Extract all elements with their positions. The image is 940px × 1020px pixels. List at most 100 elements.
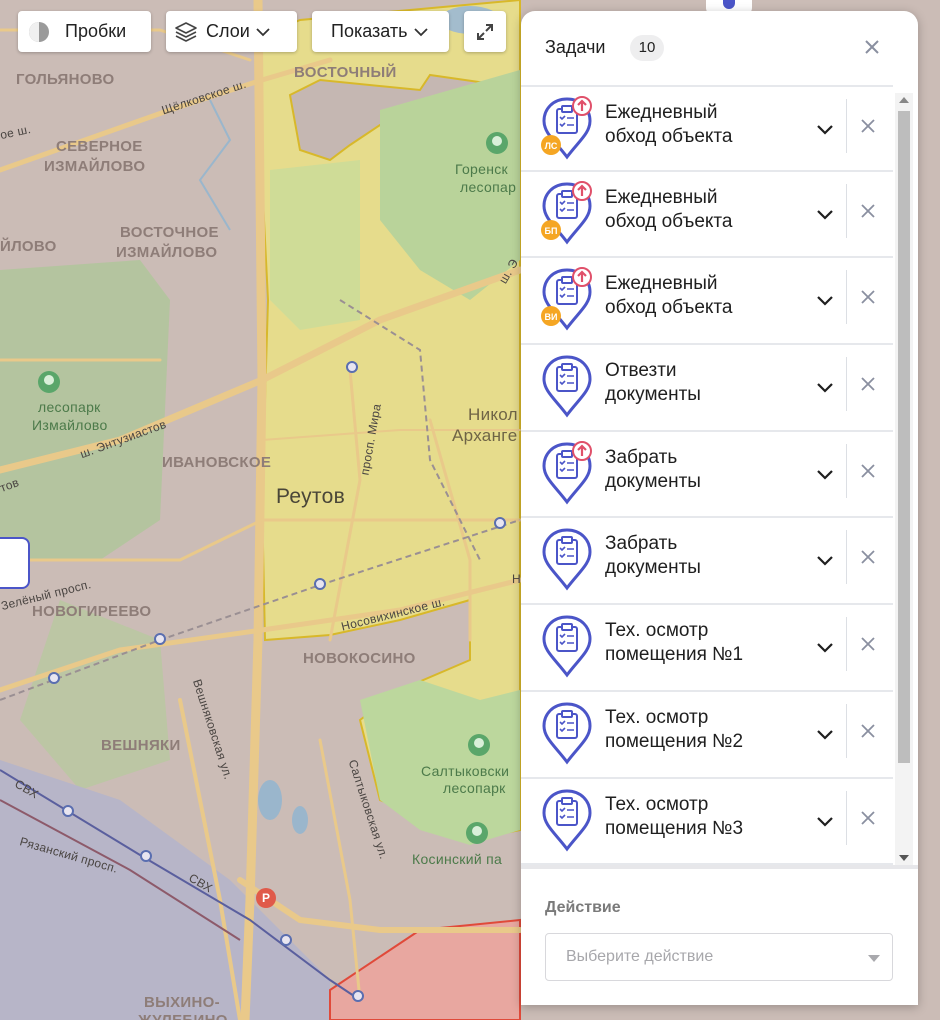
action-placeholder: Выберите действие	[566, 948, 714, 965]
map-label-city: Реутов	[276, 485, 346, 508]
task-item[interactable]: БП Ежедневный обход объекта	[521, 171, 893, 259]
chevron-down-icon[interactable]	[813, 548, 837, 572]
map-label-district: ВОСТОЧНЫЙ	[294, 64, 397, 81]
fullscreen-button[interactable]	[464, 11, 506, 52]
task-label-line-1: Ежедневный	[605, 102, 718, 123]
map-label-district: ЙЛОВО	[0, 238, 57, 255]
chevron-down-icon[interactable]	[813, 809, 837, 833]
task-item[interactable]: Забрать документы	[521, 518, 893, 606]
scroll-down-arrow-icon[interactable]	[899, 855, 909, 861]
layers-button[interactable]: Слои	[166, 11, 297, 52]
map-label-park: лесопарк	[443, 780, 506, 796]
task-pin-icon: БП	[541, 180, 592, 245]
remove-task-icon[interactable]	[857, 460, 879, 482]
remove-task-icon[interactable]	[857, 633, 879, 655]
chevron-down-icon[interactable]	[813, 462, 837, 486]
task-item[interactable]: Тех. осмотр помещения №1	[521, 605, 893, 692]
map-label-park: лесопар	[460, 179, 517, 195]
traffic-icon	[29, 21, 49, 42]
task-pin-icon	[542, 702, 592, 765]
map-label-park: Измайлово	[32, 417, 108, 433]
chevron-down-icon	[256, 27, 270, 36]
action-select[interactable]: Выберите действие	[545, 933, 893, 981]
remove-task-icon[interactable]	[857, 200, 879, 222]
panel-footer: Действие Выберите действие	[521, 865, 918, 1005]
map-label-place: Никол	[468, 405, 518, 424]
task-pin-icon	[542, 615, 592, 678]
remove-task-icon[interactable]	[857, 286, 879, 308]
chevron-down-icon[interactable]	[813, 288, 837, 312]
park-icon	[468, 734, 490, 756]
map-label-place: Архангe	[452, 426, 518, 445]
task-item[interactable]: Отвезти документы	[521, 345, 893, 432]
layers-icon	[175, 21, 197, 42]
task-item[interactable]: ВИ Ежедневный обход объекта	[521, 258, 893, 346]
svg-text:ЛС: ЛС	[545, 141, 558, 151]
panel-title: Задачи	[545, 37, 606, 57]
task-divider	[846, 617, 847, 672]
remove-task-icon[interactable]	[857, 807, 879, 829]
map-popup-card[interactable]	[0, 537, 30, 589]
chevron-down-icon[interactable]	[813, 117, 837, 141]
chevron-down-icon[interactable]	[813, 722, 837, 746]
park-icon	[38, 371, 60, 393]
station-icon	[62, 805, 74, 817]
task-pin-icon	[542, 528, 592, 591]
show-label: Показать	[331, 21, 408, 41]
task-label-line-2: обход объекта	[605, 210, 733, 232]
svg-text:БП: БП	[545, 226, 558, 236]
chevron-down-icon[interactable]	[813, 375, 837, 399]
task-divider	[846, 357, 847, 412]
task-label-line-2: документы	[605, 470, 701, 492]
task-label: Ежедневный обход объекта	[605, 186, 825, 234]
task-item[interactable]: Тех. осмотр помещения №2	[521, 691, 893, 779]
task-list-scrollbar[interactable]	[895, 93, 913, 865]
park-icon	[486, 132, 508, 154]
station-icon	[346, 361, 358, 373]
task-divider	[846, 183, 847, 238]
parking-icon: P	[256, 888, 276, 908]
station-icon	[280, 934, 292, 946]
traffic-button[interactable]: Пробки	[18, 11, 151, 52]
task-label-line-1: Тех. осмотр	[605, 793, 709, 815]
task-item[interactable]: ЛС Ежедневный обход объекта	[521, 85, 893, 172]
tasks-panel: Задачи 10 ЛС Ежедневный обход объекта БП…	[521, 11, 918, 1005]
station-icon	[154, 633, 166, 645]
task-item[interactable]: Тех. осмотр помещения №3	[521, 778, 893, 865]
task-label: Тех. осмотр помещения №1	[605, 619, 825, 667]
show-button[interactable]: Показать	[312, 11, 449, 52]
station-icon	[494, 517, 506, 529]
remove-task-icon[interactable]	[857, 546, 879, 568]
remove-task-icon[interactable]	[857, 720, 879, 742]
close-panel-icon[interactable]	[860, 35, 884, 59]
task-item[interactable]: Забрать документы	[521, 431, 893, 519]
scroll-up-arrow-icon[interactable]	[899, 97, 909, 103]
task-label-line-1: Забрать	[605, 446, 678, 468]
alert-up-icon	[572, 440, 592, 461]
task-label-line-1: Ежедневный	[605, 273, 718, 295]
panel-header: Задачи 10	[521, 11, 918, 85]
map-label-district: НОВОГИРЕЕВО	[32, 603, 152, 620]
alert-up-icon	[572, 180, 592, 201]
layers-label: Слои	[206, 21, 250, 41]
traffic-label: Пробки	[65, 21, 127, 41]
remove-task-icon[interactable]	[857, 115, 879, 137]
remove-task-icon[interactable]	[857, 373, 879, 395]
task-pin-icon: ВИ	[541, 267, 592, 331]
station-icon	[140, 850, 152, 862]
caret-down-icon	[868, 955, 880, 962]
task-badge: БП	[541, 219, 561, 240]
task-label-line-1: Ежедневный	[605, 186, 718, 208]
task-divider	[846, 99, 847, 153]
map-label-park: Горенск	[455, 161, 508, 177]
chevron-down-icon	[413, 27, 428, 36]
task-label-line-1: Тех. осмотр	[605, 620, 709, 642]
chevron-down-icon[interactable]	[813, 635, 837, 659]
scroll-thumb[interactable]	[898, 111, 910, 763]
task-pin-icon: ЛС	[541, 96, 592, 160]
task-pin-icon	[542, 440, 592, 505]
station-icon	[48, 672, 60, 684]
map-label-district: ЖУЛЕБИНО	[138, 1011, 228, 1020]
map-label-district: СЕВЕРНОЕ	[56, 138, 143, 155]
chevron-down-icon[interactable]	[813, 202, 837, 226]
